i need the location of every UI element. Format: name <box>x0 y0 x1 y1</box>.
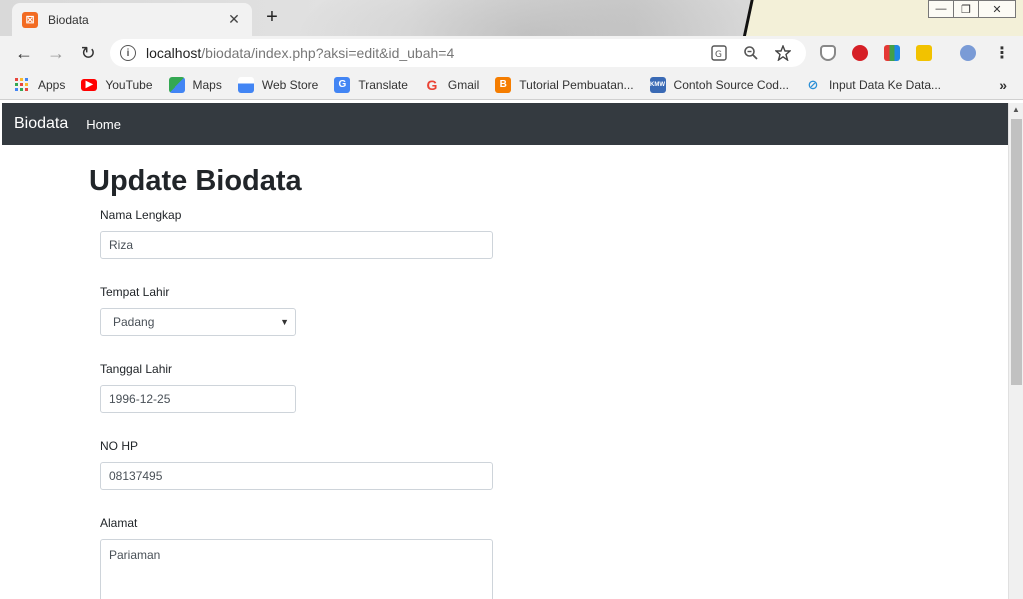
bookmark-label: Web Store <box>261 77 319 92</box>
chrome-menu-icon[interactable]: ⋮ <box>990 41 1014 65</box>
new-tab-button[interactable]: + <box>262 7 282 28</box>
bookmark-label: Input Data Ke Data... <box>828 77 942 92</box>
bookmark-apps[interactable]: Apps <box>14 77 65 93</box>
bookmarks-overflow-button[interactable]: » <box>999 77 1007 93</box>
theme-decoration <box>300 0 760 36</box>
url-host: localhost <box>146 45 202 61</box>
tab-close-icon[interactable]: ✕ <box>226 11 242 28</box>
browser-tab-biodata[interactable]: ⊠ Biodata ✕ <box>12 3 252 36</box>
bookmark-star-icon[interactable] <box>772 42 794 64</box>
tab-title: Biodata <box>48 12 89 27</box>
bookmark-web-store[interactable]: Web Store <box>237 76 319 93</box>
nama-input[interactable]: Riza <box>100 231 493 259</box>
youtube-icon: ▶ <box>81 78 98 91</box>
page-viewport: Biodata Home Update Biodata Nama Lengkap… <box>0 103 1008 599</box>
bookmark-youtube[interactable]: ▶ YouTube <box>81 77 153 92</box>
update-form-container: Update Biodata Nama Lengkap Riza Tempat … <box>89 165 509 599</box>
bookmark-label: Tutorial Pembuatan... <box>519 77 634 92</box>
page-scrollbar[interactable]: ▲ <box>1008 103 1023 599</box>
restore-button[interactable]: ❐ <box>953 0 979 18</box>
bookmarks-bar: Apps ▶ YouTube Maps Web Store G Translat… <box>0 70 1023 100</box>
reload-button[interactable]: ↻ <box>76 41 100 65</box>
bookmark-label: Translate <box>358 77 408 92</box>
bookmark-label: YouTube <box>105 77 153 92</box>
tanggal-group: Tanggal Lahir 1996-12-25 <box>100 362 509 413</box>
tanggal-label: Tanggal Lahir <box>100 362 173 376</box>
address-bar[interactable]: i localhost/biodata/index.php?aksi=edit&… <box>110 39 806 67</box>
apps-grid-icon <box>14 77 30 93</box>
nama-value: Riza <box>109 238 134 252</box>
zoom-icon[interactable] <box>740 42 762 64</box>
colorful-extension-icon[interactable] <box>884 45 900 61</box>
site-info-icon[interactable]: i <box>120 45 136 61</box>
alamat-label: Alamat <box>100 516 138 530</box>
bookmark-maps[interactable]: Maps <box>168 76 222 93</box>
adblock-extension-icon[interactable] <box>852 45 868 61</box>
bookmark-label: Gmail <box>447 77 480 92</box>
translate-page-icon[interactable]: G <box>708 42 730 64</box>
nama-group: Nama Lengkap Riza <box>100 208 509 259</box>
nama-label: Nama Lengkap <box>100 208 182 222</box>
tempat-select[interactable]: Padang ▼ <box>100 308 296 336</box>
scroll-up-arrow-icon[interactable]: ▲ <box>1012 105 1020 114</box>
bookmark-label: Maps <box>192 77 222 92</box>
bookmark-label: Contoh Source Cod... <box>673 77 789 92</box>
tempat-group: Tempat Lahir Padang ▼ <box>100 285 509 336</box>
minimize-button[interactable]: — <box>928 0 954 18</box>
navbar-brand[interactable]: Biodata <box>14 115 68 133</box>
bookmark-gmail[interactable]: G Gmail <box>424 77 479 93</box>
maps-icon <box>168 76 185 93</box>
bookmark-input-data[interactable]: ⊘ Input Data Ke Data... <box>805 76 942 93</box>
svg-text:G: G <box>715 50 722 60</box>
webstore-icon <box>237 76 254 93</box>
site-navbar: Biodata Home <box>2 103 1008 145</box>
hp-label: NO HP <box>100 439 139 453</box>
profile-avatar-icon[interactable] <box>960 45 976 61</box>
tab-strip: ⊠ Biodata ✕ + — ❐ ✕ <box>0 0 1023 36</box>
bookmark-label: Apps <box>38 77 66 92</box>
tanggal-value: 1996-12-25 <box>109 392 171 406</box>
shield-extension-icon[interactable] <box>820 45 836 61</box>
scrollbar-thumb[interactable] <box>1011 119 1022 385</box>
nav-home-link[interactable]: Home <box>86 117 121 132</box>
link-icon: ⊘ <box>807 76 819 92</box>
back-button[interactable]: ← <box>12 41 36 65</box>
hp-group: NO HP 08137495 <box>100 439 509 490</box>
translate-icon: G <box>334 76 351 93</box>
tempat-value: Padang <box>113 315 155 329</box>
alamat-textarea[interactable]: Pariaman <box>100 539 493 599</box>
yellow-extension-icon[interactable] <box>916 45 932 61</box>
bookmark-contoh-source[interactable]: KMW Contoh Source Cod... <box>649 76 789 93</box>
url-path: /biodata/index.php?aksi=edit&id_ubah=4 <box>201 45 455 61</box>
tempat-label: Tempat Lahir <box>100 285 170 299</box>
bookmark-tutorial[interactable]: B Tutorial Pembuatan... <box>495 76 634 93</box>
browser-toolbar: ← → ↻ i localhost/biodata/index.php?aksi… <box>0 36 1023 70</box>
dropdown-arrow-icon: ▼ <box>280 317 289 327</box>
url-text[interactable]: localhost/biodata/index.php?aksi=edit&id… <box>146 45 698 61</box>
hp-value: 08137495 <box>109 469 163 483</box>
blogger-icon: B <box>495 76 512 93</box>
google-icon: G <box>426 76 438 93</box>
xampp-favicon-icon: ⊠ <box>22 11 38 28</box>
tanggal-input[interactable]: 1996-12-25 <box>100 385 296 413</box>
hp-input[interactable]: 08137495 <box>100 462 493 490</box>
kmw-icon: KMW <box>649 76 666 93</box>
bookmark-translate[interactable]: G Translate <box>334 76 408 93</box>
alamat-value: Pariaman <box>109 548 161 562</box>
window-close-button[interactable]: ✕ <box>978 0 1016 18</box>
forward-button[interactable]: → <box>44 41 68 65</box>
alamat-group: Alamat Pariaman <box>100 516 509 599</box>
page-title: Update Biodata <box>89 165 302 197</box>
